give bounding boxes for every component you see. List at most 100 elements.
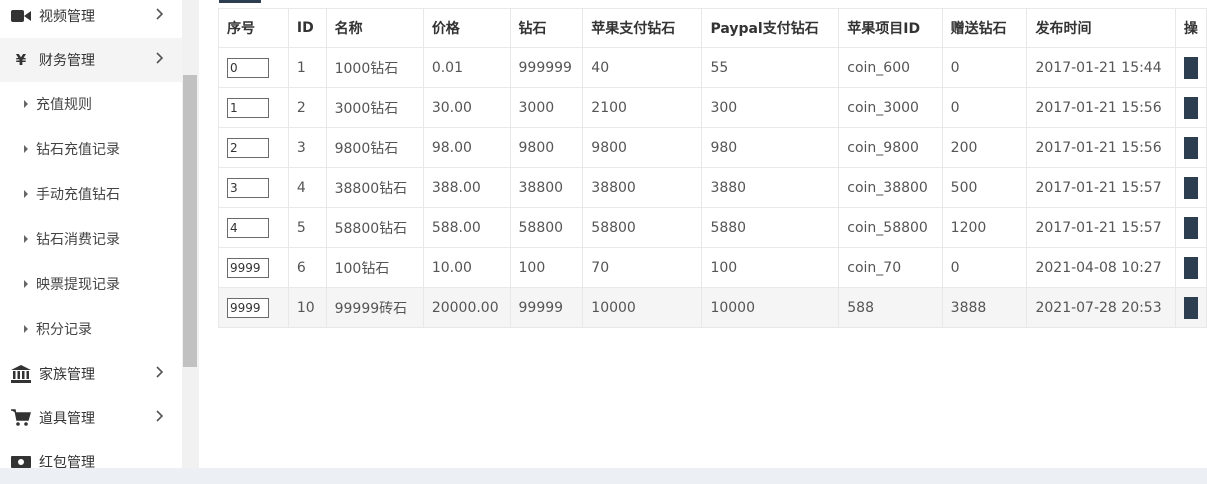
cell-diamonds: 58800: [509, 207, 584, 248]
column-header-paypal-diamonds: Paypal支付钻石: [701, 8, 840, 48]
cell-publish-time: 2017-01-21 15:57: [1026, 207, 1176, 248]
cell-id: 10: [287, 287, 327, 328]
cell-diamonds: 999999: [509, 47, 584, 88]
table-row: 3 9800钻石 98.00 9800 9800 980 coin_9800 2…: [218, 127, 1207, 168]
sidebar-subitem-label: 手动充值钻石: [36, 187, 120, 203]
column-header-apple-product-id: 苹果项目ID: [838, 8, 943, 48]
cell-apple-product-id: coin_9800: [838, 127, 943, 168]
edit-button[interactable]: [1183, 56, 1198, 79]
sidebar-scrollbar-thumb[interactable]: [183, 75, 197, 367]
caret-right-icon: [24, 325, 28, 333]
cell-apple-product-id: coin_70: [838, 247, 943, 288]
column-header-name: 名称: [325, 8, 424, 48]
cell-gift-diamonds: 0: [941, 47, 1028, 88]
sidebar-subitem-label: 钻石消费记录: [36, 232, 120, 248]
edit-button[interactable]: [1183, 296, 1198, 319]
sidebar-subitem-points-log[interactable]: 积分记录: [0, 309, 182, 349]
cell-gift-diamonds: 0: [941, 247, 1028, 288]
sidebar: 视频管理 ¥ 财务管理 充值规则 钻石充值记录 手动充值钻石 钻石消费记录 映票…: [0, 0, 182, 471]
column-header-id: ID: [287, 8, 327, 48]
yen-icon: ¥: [15, 51, 27, 69]
sidebar-item-redpacket[interactable]: 红包管理: [0, 440, 182, 484]
sidebar-item-props[interactable]: 道具管理: [0, 396, 182, 440]
chevron-right-icon: [156, 410, 164, 426]
active-tab-indicator: [219, 0, 261, 3]
sidebar-item-video[interactable]: 视频管理: [0, 0, 182, 38]
cell-id: 3: [287, 127, 327, 168]
edit-button[interactable]: [1183, 256, 1198, 279]
sidebar-subitem-label: 映票提现记录: [36, 277, 120, 293]
caret-right-icon: [24, 100, 28, 108]
bank-icon: [11, 365, 31, 383]
cell-gift-diamonds: 500: [941, 167, 1028, 208]
caret-right-icon: [24, 235, 28, 243]
edit-button[interactable]: [1183, 176, 1198, 199]
cell-apple-product-id: coin_600: [838, 47, 943, 88]
cell-apple-product-id: coin_38800: [838, 167, 943, 208]
chevron-right-icon: [156, 8, 164, 24]
sort-order-input[interactable]: [227, 57, 269, 78]
caret-right-icon: [24, 190, 28, 198]
cell-price: 10.00: [422, 247, 511, 288]
column-header-diamonds: 钻石: [509, 8, 584, 48]
cell-price: 98.00: [422, 127, 511, 168]
column-header-order: 序号: [218, 8, 289, 48]
sidebar-subitem-manual-recharge[interactable]: 手动充值钻石: [0, 174, 182, 214]
sidebar-subitem-withdraw-log[interactable]: 映票提现记录: [0, 264, 182, 304]
sidebar-item-family[interactable]: 家族管理: [0, 352, 182, 396]
sort-order-input[interactable]: [227, 297, 269, 318]
sidebar-subitem-diamond-consume-log[interactable]: 钻石消费记录: [0, 219, 182, 259]
sort-order-input[interactable]: [227, 257, 269, 278]
table-row: 1 1000钻石 0.01 999999 40 55 coin_600 0 20…: [218, 47, 1207, 88]
cell-gift-diamonds: 1200: [941, 207, 1028, 248]
edit-button[interactable]: [1183, 216, 1198, 239]
column-header-actions: 操: [1174, 8, 1207, 48]
cell-publish-time: 2017-01-21 15:57: [1026, 167, 1176, 208]
table-row: 6 100钻石 10.00 100 70 100 coin_70 0 2021-…: [218, 247, 1207, 288]
cell-id: 1: [287, 47, 327, 88]
cell-publish-time: 2021-07-28 20:53: [1026, 287, 1176, 328]
video-camera-icon: [11, 8, 31, 24]
cell-publish-time: 2021-04-08 10:27: [1026, 247, 1176, 288]
edit-button[interactable]: [1183, 136, 1198, 159]
cell-apple-product-id: coin_58800: [838, 207, 943, 248]
caret-right-icon: [24, 145, 28, 153]
edit-button[interactable]: [1183, 96, 1198, 119]
sort-order-input[interactable]: [227, 177, 269, 198]
cell-apple-diamonds: 2100: [582, 87, 703, 128]
sidebar-subitem-diamond-recharge-log[interactable]: 钻石充值记录: [0, 129, 182, 169]
cell-apple-diamonds: 58800: [582, 207, 703, 248]
cell-id: 6: [287, 247, 327, 288]
sidebar-item-label: 红包管理: [39, 455, 95, 471]
table-row: 5 58800钻石 588.00 58800 58800 5880 coin_5…: [218, 207, 1207, 248]
sort-order-input[interactable]: [227, 137, 269, 158]
table-row: 2 3000钻石 30.00 3000 2100 300 coin_3000 0…: [218, 87, 1207, 128]
cell-paypal-diamonds: 55: [701, 47, 840, 88]
sidebar-item-label: 财务管理: [39, 53, 95, 69]
sort-order-input[interactable]: [227, 217, 269, 238]
cell-paypal-diamonds: 10000: [701, 287, 840, 328]
table-header-row: 序号 ID 名称 价格 钻石 苹果支付钻石 Paypal支付钻石 苹果项目ID …: [218, 8, 1207, 48]
cell-diamonds: 3000: [509, 87, 584, 128]
table-row: 10 99999砖石 20000.00 99999 10000 10000 58…: [218, 287, 1207, 328]
cell-paypal-diamonds: 3880: [701, 167, 840, 208]
cell-price: 388.00: [422, 167, 511, 208]
sidebar-subitem-recharge-rules[interactable]: 充值规则: [0, 84, 182, 124]
column-header-apple-diamonds: 苹果支付钻石: [582, 8, 703, 48]
cell-publish-time: 2017-01-21 15:56: [1026, 87, 1176, 128]
cell-diamonds: 100: [509, 247, 584, 288]
cell-apple-product-id: 588: [838, 287, 943, 328]
sidebar-item-finance[interactable]: ¥ 财务管理: [0, 38, 182, 82]
cell-gift-diamonds: 200: [941, 127, 1028, 168]
cell-id: 2: [287, 87, 327, 128]
cell-price: 20000.00: [422, 287, 511, 328]
cell-apple-diamonds: 40: [582, 47, 703, 88]
sort-order-input[interactable]: [227, 97, 269, 118]
column-header-price: 价格: [422, 8, 511, 48]
sidebar-subitem-label: 积分记录: [36, 322, 92, 338]
cell-gift-diamonds: 3888: [941, 287, 1028, 328]
cell-diamonds: 9800: [509, 127, 584, 168]
cell-apple-product-id: coin_3000: [838, 87, 943, 128]
cell-gift-diamonds: 0: [941, 87, 1028, 128]
cell-name: 1000钻石: [325, 47, 424, 88]
